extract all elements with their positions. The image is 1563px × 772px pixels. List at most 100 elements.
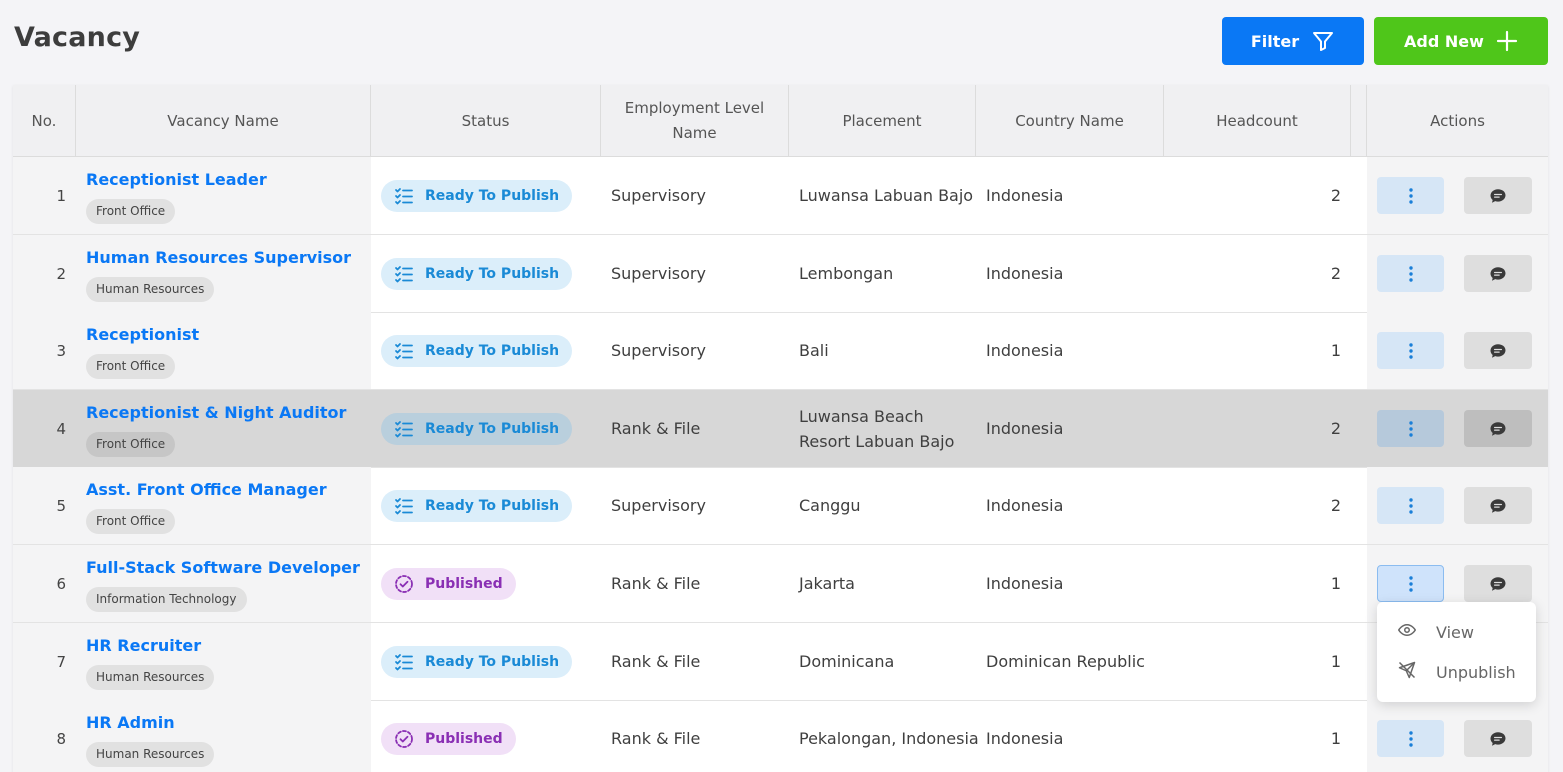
- comment-button[interactable]: [1464, 332, 1532, 369]
- vacancy-name-link[interactable]: HR Admin: [86, 713, 175, 732]
- country-name: Indonesia: [986, 496, 1064, 515]
- more-vertical-icon: [1408, 497, 1414, 515]
- chat-icon: [1489, 420, 1507, 438]
- checklist-icon: [394, 652, 414, 672]
- menu-item-unpublish[interactable]: Unpublish: [1377, 652, 1536, 692]
- placement: Jakarta: [799, 574, 855, 593]
- status-label: Published: [425, 576, 503, 592]
- column-header-vacancy-name[interactable]: Vacancy Name: [76, 85, 371, 157]
- checklist-icon: [394, 419, 414, 439]
- department-badge: Front Office: [86, 509, 176, 534]
- table-row[interactable]: 7 HR Recruiter Human Resources Ready To Pub…: [13, 623, 1548, 701]
- row-left-bg: [13, 467, 371, 544]
- status-badge: Ready To Publish: [381, 646, 573, 678]
- table-row[interactable]: 6 Full-Stack Software Developer Informatio…: [13, 545, 1548, 623]
- headcount: 1: [1330, 729, 1341, 748]
- column-header-placement[interactable]: Placement: [789, 85, 976, 157]
- more-actions-button[interactable]: [1377, 255, 1444, 292]
- comment-button[interactable]: [1464, 487, 1532, 524]
- more-vertical-icon: [1408, 420, 1414, 438]
- table-row[interactable]: 3 Receptionist Front Office Ready To Publis…: [13, 312, 1548, 390]
- menu-item-view[interactable]: View: [1377, 612, 1536, 652]
- table-row[interactable]: 8 HR Admin Human Resources Published Rank & …: [13, 700, 1548, 772]
- row-number: 8: [56, 729, 66, 748]
- employment-level: Supervisory: [611, 264, 706, 283]
- country-name: Indonesia: [986, 186, 1064, 205]
- more-actions-button[interactable]: [1377, 332, 1444, 369]
- vacancy-table: No. Vacancy Name Status Employment Level…: [13, 85, 1548, 772]
- table-row[interactable]: 4 Receptionist & Night Auditor Front Offic…: [13, 390, 1548, 468]
- vacancy-name-link[interactable]: Asst. Front Office Manager: [86, 480, 327, 499]
- status-badge: Ready To Publish: [381, 258, 573, 290]
- headcount: 1: [1330, 341, 1341, 360]
- vacancy-name-link[interactable]: Human Resources Supervisor: [86, 248, 351, 267]
- more-actions-button[interactable]: [1377, 720, 1444, 757]
- status-badge: Ready To Publish: [381, 335, 573, 367]
- add-new-button[interactable]: Add New: [1374, 17, 1548, 65]
- filter-button-label: Filter: [1250, 31, 1300, 51]
- filter-button[interactable]: Filter: [1222, 17, 1364, 65]
- table-row[interactable]: 1 Receptionist Leader Front Office Ready To…: [13, 157, 1548, 235]
- status-badge: Published: [381, 568, 516, 600]
- chat-icon: [1489, 575, 1507, 593]
- placement: Lembongan: [799, 264, 894, 283]
- plus-icon: [1496, 30, 1518, 52]
- row-left-bg: [13, 157, 371, 234]
- employment-level: Rank & File: [611, 419, 701, 438]
- vacancy-name-link[interactable]: Receptionist: [86, 325, 199, 344]
- comment-button[interactable]: [1464, 255, 1532, 292]
- status-label: Ready To Publish: [425, 498, 560, 514]
- chat-icon: [1489, 342, 1507, 360]
- department-badge: Front Office: [86, 432, 176, 457]
- column-header-employment-level[interactable]: Employment Level Name: [601, 85, 789, 157]
- column-header-headcount[interactable]: Headcount: [1164, 85, 1351, 157]
- country-name: Indonesia: [986, 264, 1064, 283]
- headcount: 2: [1330, 419, 1341, 438]
- verified-check-icon: [394, 574, 414, 594]
- more-actions-button[interactable]: [1377, 487, 1444, 524]
- placement: Luwansa Labuan Bajo: [799, 186, 974, 205]
- headcount: 2: [1330, 496, 1341, 515]
- employment-level: Rank & File: [611, 574, 701, 593]
- row-number: 4: [56, 419, 66, 438]
- status-badge: Ready To Publish: [381, 413, 573, 445]
- more-actions-button[interactable]: [1377, 177, 1444, 214]
- employment-level: Rank & File: [611, 652, 701, 671]
- status-label: Published: [425, 731, 503, 747]
- vacancy-name-link[interactable]: HR Recruiter: [86, 636, 201, 655]
- vacancy-name-link[interactable]: Receptionist & Night Auditor: [86, 403, 346, 422]
- comment-button[interactable]: [1464, 720, 1532, 757]
- department-badge: Human Resources: [86, 742, 215, 767]
- more-vertical-icon: [1408, 187, 1414, 205]
- row-number: 2: [56, 264, 66, 283]
- column-header-country[interactable]: Country Name: [976, 85, 1164, 157]
- country-name: Indonesia: [986, 729, 1064, 748]
- table-header: No. Vacancy Name Status Employment Level…: [13, 85, 1548, 157]
- row-number: 7: [56, 652, 66, 671]
- status-badge: Published: [381, 723, 516, 755]
- chat-icon: [1489, 497, 1507, 515]
- more-actions-button[interactable]: [1377, 410, 1444, 447]
- department-badge: Information Technology: [86, 587, 247, 612]
- menu-item-unpublish-label: Unpublish: [1436, 662, 1516, 682]
- employment-level: Rank & File: [611, 729, 701, 748]
- comment-button[interactable]: [1464, 177, 1532, 214]
- table-row[interactable]: 2 Human Resources Supervisor Human Resourc…: [13, 235, 1548, 313]
- column-header-no[interactable]: No.: [13, 85, 76, 157]
- column-header-status[interactable]: Status: [371, 85, 601, 157]
- comment-button[interactable]: [1464, 410, 1532, 447]
- table-row[interactable]: 5 Asst. Front Office Manager Front Office R…: [13, 467, 1548, 545]
- country-name: Indonesia: [986, 341, 1064, 360]
- country-name: Indonesia: [986, 419, 1064, 438]
- headcount: 2: [1330, 186, 1341, 205]
- checklist-icon: [394, 341, 414, 361]
- status-label: Ready To Publish: [425, 421, 560, 437]
- headcount: 2: [1330, 264, 1341, 283]
- country-name: Dominican Republic: [986, 652, 1145, 671]
- eye-icon: [1397, 621, 1417, 643]
- more-vertical-icon: [1408, 265, 1414, 283]
- comment-button[interactable]: [1464, 565, 1532, 602]
- more-actions-button[interactable]: [1377, 565, 1444, 602]
- vacancy-name-link[interactable]: Full-Stack Software Developer: [86, 558, 360, 577]
- vacancy-name-link[interactable]: Receptionist Leader: [86, 170, 267, 189]
